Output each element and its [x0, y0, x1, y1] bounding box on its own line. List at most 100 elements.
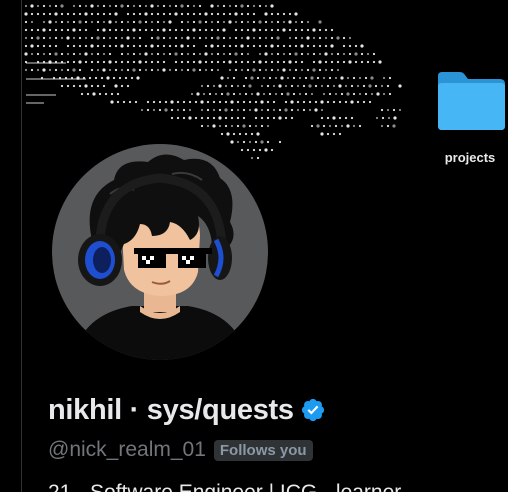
- banner-dot: [216, 60, 220, 64]
- banner-dot: [364, 76, 368, 80]
- banner-dot: [302, 108, 306, 112]
- banner-dot: [260, 108, 264, 112]
- banner-dot: [188, 100, 192, 104]
- banner-dot: [240, 4, 244, 8]
- banner-dot: [42, 28, 46, 32]
- banner-dot: [30, 20, 34, 24]
- banner-dot: [314, 100, 318, 104]
- banner-dot: [350, 116, 354, 120]
- banner-dot: [358, 92, 362, 96]
- banner-dot: [372, 60, 376, 64]
- banner-dot: [258, 4, 262, 8]
- banner-dot: [162, 20, 166, 24]
- banner-dot: [352, 76, 356, 80]
- banner-dot: [314, 108, 318, 112]
- projects-folder[interactable]: projects: [432, 68, 508, 172]
- banner-dot: [288, 36, 292, 40]
- banner-dot: [360, 52, 364, 56]
- banner-dot: [150, 36, 154, 40]
- banner-dot: [386, 84, 390, 88]
- banner-dot: [120, 60, 124, 64]
- banner-dot: [60, 4, 64, 8]
- banner-dot: [162, 52, 166, 56]
- banner-dot: [90, 4, 94, 8]
- banner-dot: [252, 44, 256, 48]
- banner-dot: [340, 124, 344, 128]
- banner-dot: [84, 52, 88, 56]
- banner-dot: [290, 116, 294, 120]
- banner-dot: [222, 60, 226, 64]
- banner-dot: [220, 76, 224, 80]
- banner-dot: [218, 100, 222, 104]
- banner-dot: [228, 44, 232, 48]
- banner-dot: [308, 84, 312, 88]
- banner-dot: [387, 116, 391, 120]
- banner-dot: [256, 132, 260, 136]
- banner-dot: [324, 52, 328, 56]
- banner-dot: [316, 76, 320, 80]
- banner-dot: [276, 12, 280, 16]
- banner-dot: [336, 68, 340, 72]
- banner-dot: [120, 4, 124, 8]
- banner-dot: [138, 60, 142, 64]
- banner-dot: [328, 124, 332, 128]
- banner-dot: [318, 44, 322, 48]
- banner-dot: [378, 60, 382, 64]
- banner-dot: [72, 20, 76, 24]
- banner-dot: [186, 68, 190, 72]
- banner-dot: [228, 60, 232, 64]
- banner-dot: [132, 20, 136, 24]
- banner-dot: [108, 12, 112, 16]
- banner-dot: [60, 20, 64, 24]
- banner-dot: [98, 92, 102, 96]
- banner-dot: [222, 28, 226, 32]
- banner-dot: [284, 100, 288, 104]
- banner-dot: [264, 20, 268, 24]
- banner-dot: [66, 28, 70, 32]
- avatar[interactable]: [48, 140, 272, 364]
- banner-dot: [282, 52, 286, 56]
- banner-dot: [398, 84, 402, 88]
- banner-dot: [218, 84, 222, 88]
- banner-dot: [60, 68, 64, 72]
- banner-dot: [218, 116, 222, 120]
- banner-dot: [144, 52, 148, 56]
- banner-dot: [132, 36, 136, 40]
- banner-dot: [66, 12, 70, 16]
- banner-dot: [134, 100, 138, 104]
- banner-dot: [186, 4, 190, 8]
- banner-dot: [258, 36, 262, 40]
- banner-dot: [234, 28, 238, 32]
- banner-dot: [230, 100, 234, 104]
- banner-dot: [236, 84, 240, 88]
- banner-dot: [108, 36, 112, 40]
- banner-dot: [96, 12, 100, 16]
- banner-dot: [393, 116, 397, 120]
- banner-dot: [288, 20, 292, 24]
- banner-dot: [372, 52, 376, 56]
- banner-dot: [318, 28, 322, 32]
- banner-dot: [288, 44, 292, 48]
- banner-dot: [36, 44, 40, 48]
- banner-dot: [348, 60, 352, 64]
- banner-dot: [146, 100, 150, 104]
- banner-dot: [332, 100, 336, 104]
- banner-dot: [234, 36, 238, 40]
- banner-dot: [298, 76, 302, 80]
- banner-dot: [320, 132, 324, 136]
- banner-dot: [124, 76, 128, 80]
- banner-dot: [392, 108, 396, 112]
- banner-dot: [312, 52, 316, 56]
- banner-dot: [248, 100, 252, 104]
- banner-dot: [312, 68, 316, 72]
- banner-dot: [258, 52, 262, 56]
- banner-dot: [126, 20, 130, 24]
- banner-dot: [186, 52, 190, 56]
- banner-dot: [176, 116, 180, 120]
- banner-dot: [330, 44, 334, 48]
- banner-dot: [162, 60, 166, 64]
- banner-dot: [286, 76, 290, 80]
- verified-badge-icon[interactable]: [300, 397, 326, 423]
- banner-dot: [216, 28, 220, 32]
- banner-dot: [150, 68, 154, 72]
